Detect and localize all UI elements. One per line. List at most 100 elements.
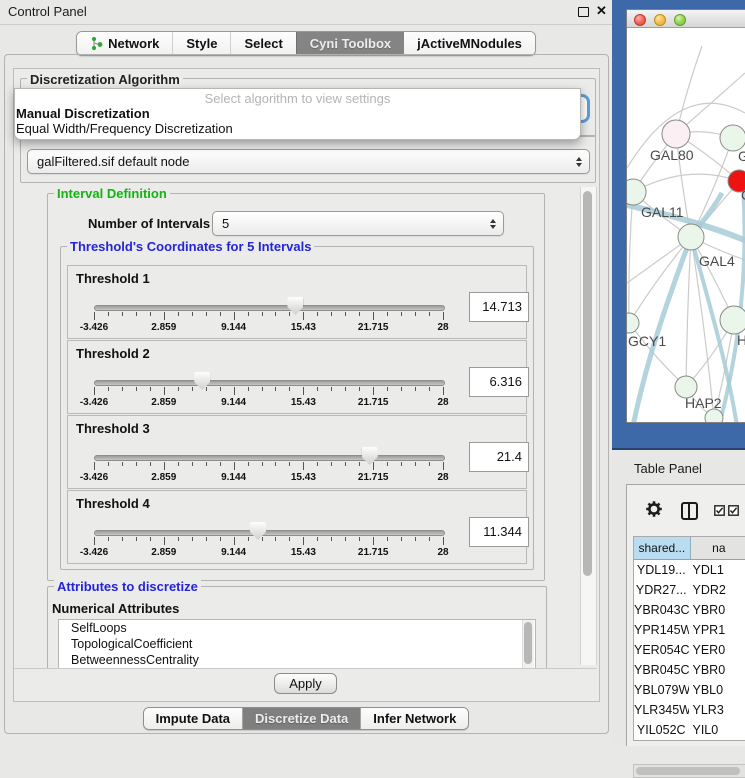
column-header-name[interactable]: na	[691, 537, 745, 559]
gear-icon[interactable]	[645, 500, 663, 518]
tick-mark	[345, 312, 346, 316]
checkbox-checked-icon[interactable]	[714, 505, 725, 516]
bottom-tab-discretize-data[interactable]: Discretize Data	[242, 708, 360, 729]
tick-label: 28	[437, 547, 448, 558]
tick-mark	[234, 537, 235, 545]
tab-jactivemnodules[interactable]: jActiveMNodules	[404, 32, 535, 55]
tick-mark	[136, 462, 137, 466]
threshold-slider-track[interactable]	[94, 305, 445, 311]
tick-mark	[94, 387, 95, 395]
combo-arrows-icon	[490, 219, 496, 229]
attributes-list-scrollbar[interactable]	[522, 620, 534, 670]
tick-mark	[373, 312, 374, 320]
attribute-list-item[interactable]: BetweennessCentrality	[59, 652, 535, 668]
cell-shared-name[interactable]: YBL079W	[634, 680, 689, 700]
cell-name[interactable]: YIL0	[689, 720, 745, 740]
tab-network[interactable]: Network	[77, 32, 172, 55]
threshold-slider-track[interactable]	[94, 455, 445, 461]
table-row[interactable]: YPR145WYPR1	[634, 620, 745, 640]
table-row[interactable]: YDR27...YDR2	[634, 580, 745, 600]
close-icon[interactable]: ✕	[596, 3, 607, 19]
table-row[interactable]: YIL052CYIL0	[634, 720, 745, 740]
bottom-tab-infer-network[interactable]: Infer Network	[360, 708, 468, 729]
bottom-tab-impute-data[interactable]: Impute Data	[144, 708, 242, 729]
numerical-attributes-list[interactable]: SelfLoopsTopologicalCoefficientBetweenne…	[58, 619, 536, 671]
threshold-value-field[interactable]: 6.316	[469, 367, 529, 397]
network-window[interactable]: GAL80GCGAL11GAL4GCY1HHAP2	[626, 9, 745, 423]
cell-shared-name[interactable]: YLR345W	[634, 700, 689, 720]
cell-shared-name[interactable]: YBR043C	[634, 600, 689, 620]
float-window-icon[interactable]	[578, 7, 589, 17]
cell-shared-name[interactable]: YDR27...	[634, 580, 689, 600]
checkbox-icons[interactable]	[714, 505, 739, 516]
tab-cyni-toolbox[interactable]: Cyni Toolbox	[296, 32, 404, 55]
network-node-h[interactable]	[720, 306, 745, 334]
tick-label: 28	[437, 322, 448, 333]
table-row[interactable]: YER054CYER0	[634, 640, 745, 660]
cell-name[interactable]: YBR0	[689, 660, 745, 680]
attribute-list-item[interactable]: SelfLoops	[59, 620, 535, 636]
tick-mark	[262, 462, 263, 466]
tick-mark	[94, 312, 95, 320]
threshold-value-field[interactable]: 11.344	[469, 517, 529, 547]
panel-scrollbar[interactable]	[580, 187, 597, 665]
attributes-list-scrollbar-thumb[interactable]	[524, 622, 532, 664]
cell-shared-name[interactable]: YBR045C	[634, 660, 689, 680]
tick-mark	[275, 462, 276, 466]
cell-shared-name[interactable]: YPR145W	[634, 620, 689, 640]
network-node-label: HAP2	[685, 395, 722, 411]
num-intervals-combobox[interactable]: 5	[212, 211, 504, 236]
column-header-shared-name[interactable]: shared...	[634, 537, 691, 559]
table-row[interactable]: YLR345WYLR3	[634, 700, 745, 720]
panel-scrollbar-thumb[interactable]	[583, 191, 592, 576]
tick-mark	[262, 537, 263, 541]
tick-mark	[150, 312, 151, 316]
network-node-gal80[interactable]	[662, 120, 690, 148]
algorithm-option-equal-width[interactable]: Equal Width/Frequency Discretization	[16, 121, 233, 136]
close-traffic-light-icon[interactable]	[634, 14, 646, 26]
cell-name[interactable]: YLR3	[689, 700, 745, 720]
tick-label: 21.715	[358, 322, 389, 333]
attribute-list-item[interactable]: TopologicalCoefficient	[59, 636, 535, 652]
tab-style[interactable]: Style	[172, 32, 230, 55]
tick-mark	[359, 537, 360, 541]
cell-name[interactable]: YER0	[689, 640, 745, 660]
threshold-value-field[interactable]: 21.4	[469, 442, 529, 472]
network-node-gal4[interactable]	[678, 224, 704, 250]
table-row[interactable]: YDL19...YDL1	[634, 560, 745, 580]
tab-select[interactable]: Select	[230, 32, 295, 55]
cell-name[interactable]: YDL1	[689, 560, 745, 580]
table-row[interactable]: YBL079WYBL0	[634, 680, 745, 700]
main-tabstrip: NetworkStyleSelectCyni ToolboxjActiveMNo…	[0, 31, 612, 56]
cell-shared-name[interactable]: YIL052C	[634, 720, 689, 740]
minimize-traffic-light-icon[interactable]	[654, 14, 666, 26]
table-horizontal-scrollbar[interactable]	[633, 764, 745, 778]
cell-name[interactable]: YPR1	[689, 620, 745, 640]
algorithm-option-manual[interactable]: Manual Discretization	[16, 106, 150, 121]
threshold-slider-track[interactable]	[94, 380, 445, 386]
threshold-value-field[interactable]: 14.713	[469, 292, 529, 322]
tick-mark	[220, 537, 221, 541]
table-row[interactable]: YBR043CYBR0	[634, 600, 745, 620]
checkbox-checked-icon[interactable]	[728, 505, 739, 516]
split-columns-icon[interactable]	[681, 502, 698, 520]
table-horizontal-scrollbar-thumb[interactable]	[636, 767, 740, 775]
apply-button[interactable]: Apply	[274, 673, 337, 694]
tick-mark	[331, 537, 332, 541]
cell-shared-name[interactable]: YDL19...	[634, 560, 689, 580]
threshold-slider-track[interactable]	[94, 530, 445, 536]
tick-mark	[387, 387, 388, 391]
cell-name[interactable]: YDR2	[689, 580, 745, 600]
network-node-gcy1[interactable]	[627, 313, 639, 333]
network-canvas[interactable]: GAL80GCGAL11GAL4GCY1HHAP2	[627, 28, 745, 422]
tick-mark	[108, 537, 109, 541]
node-table: shared... na YDL19...YDL1YDR27...YDR2YBR…	[633, 536, 745, 741]
zoom-traffic-light-icon[interactable]	[674, 14, 686, 26]
tick-mark	[275, 537, 276, 541]
table-row[interactable]: YBR045CYBR0	[634, 660, 745, 680]
network-window-titlebar	[627, 10, 745, 28]
cell-name[interactable]: YBR0	[689, 600, 745, 620]
cell-shared-name[interactable]: YER054C	[634, 640, 689, 660]
table-data-combobox[interactable]: galFiltered.sif default node	[27, 149, 590, 174]
cell-name[interactable]: YBL0	[689, 680, 745, 700]
